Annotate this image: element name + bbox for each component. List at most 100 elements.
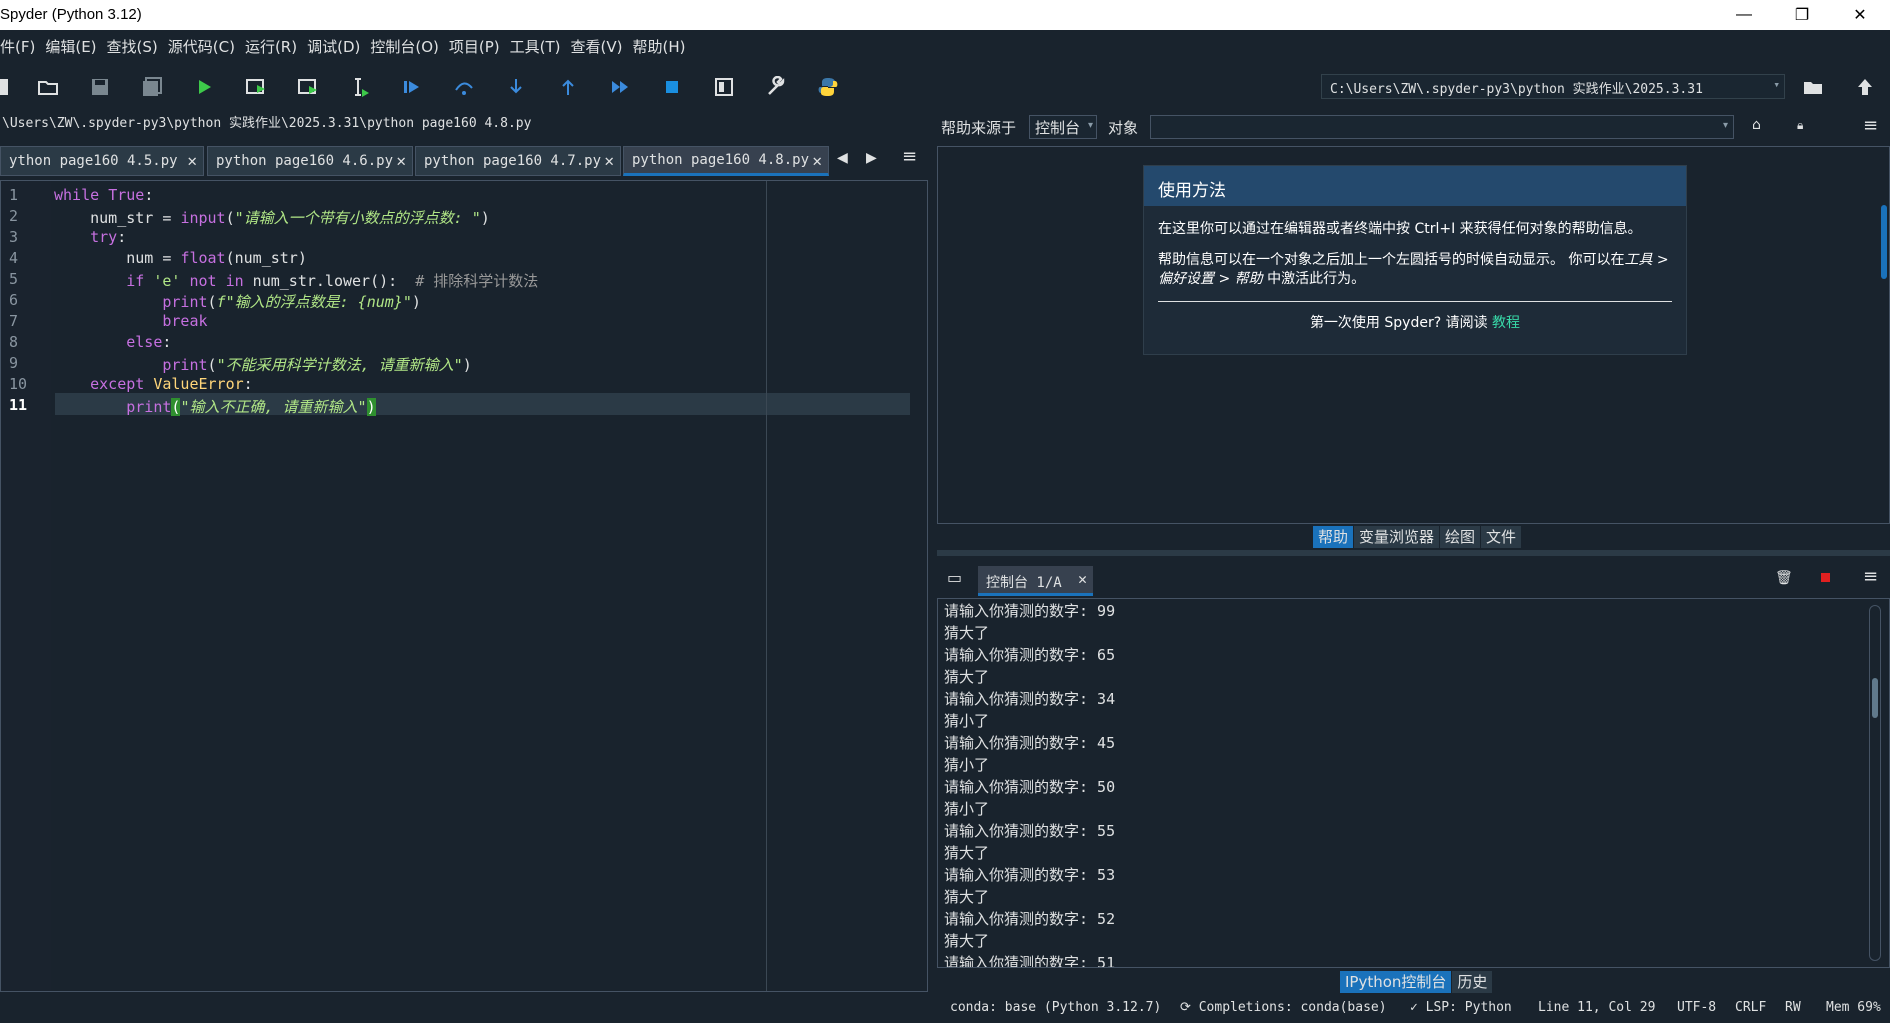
stop-kernel-icon[interactable]: [1821, 573, 1830, 582]
working-directory-combobox[interactable]: C:\Users\ZW\.spyder-py3\python 实践作业\2025…: [1321, 74, 1785, 99]
close-icon[interactable]: ✕: [604, 151, 614, 170]
pane-splitter[interactable]: [937, 550, 1890, 556]
tab-ipython-console[interactable]: IPython控制台: [1340, 971, 1452, 993]
restore-button[interactable]: ❐: [1773, 0, 1831, 30]
tab-plots[interactable]: 绘图: [1440, 526, 1481, 548]
editor-file-path: \Users\ZW\.spyder-py3\python 实践作业\2025.3…: [2, 116, 532, 131]
editor-tab[interactable]: ython page160 4.5.py ✕: [0, 146, 204, 176]
status-eol: CRLF: [1735, 1000, 1767, 1015]
run-cell-advance-icon[interactable]: [292, 72, 324, 102]
menu-edit[interactable]: 编辑(E): [40, 36, 101, 57]
console-pane-tabs: IPython控制台 历史: [1340, 971, 1493, 993]
editor-options-menu-icon[interactable]: ≡: [902, 146, 917, 167]
menu-projects[interactable]: 项目(P): [444, 36, 505, 57]
console-line: 请输入你猜测的数字: 65: [944, 646, 1116, 664]
home-icon[interactable]: ⌂: [1752, 117, 1761, 133]
code-editor[interactable]: 1 2 3 4 5 6 7 8 9 10 11 while True: num_…: [0, 180, 928, 992]
console-line: 猜大了: [944, 932, 990, 950]
new-file-icon[interactable]: [0, 72, 18, 102]
step-into-icon[interactable]: [500, 72, 532, 102]
open-folder-icon[interactable]: [32, 72, 64, 102]
menu-source[interactable]: 源代码(C): [163, 36, 240, 57]
menu-view[interactable]: 查看(V): [566, 36, 628, 57]
minimize-button[interactable]: —: [1715, 0, 1773, 30]
editor-tab[interactable]: python page160 4.7.py ✕: [415, 146, 621, 176]
help-options-menu-icon[interactable]: ≡: [1863, 115, 1878, 136]
continue-icon[interactable]: [604, 72, 636, 102]
close-icon[interactable]: ✕: [812, 151, 822, 170]
pane-splitter[interactable]: [930, 110, 937, 994]
menu-help[interactable]: 帮助(H): [627, 36, 690, 57]
status-bar: conda: base (Python 3.12.7) ⟳ Completion…: [0, 996, 1890, 1023]
step-over-icon[interactable]: [448, 72, 480, 102]
menu-search[interactable]: 查找(S): [102, 36, 163, 57]
menu-file[interactable]: 件(F): [0, 36, 40, 57]
code-line: else:: [126, 333, 172, 351]
run-cell-icon[interactable]: [240, 72, 272, 102]
status-memory: Mem 69%: [1826, 1000, 1881, 1015]
chevron-down-icon[interactable]: ▾: [1773, 78, 1780, 91]
stop-icon[interactable]: [656, 72, 688, 102]
run-icon[interactable]: [188, 72, 220, 102]
status-conda[interactable]: conda: base (Python 3.12.7): [950, 1000, 1161, 1015]
save-icon[interactable]: [84, 72, 116, 102]
preferences-wrench-icon[interactable]: [760, 72, 792, 102]
menu-tools[interactable]: 工具(T): [505, 36, 566, 57]
console-line: 请输入你猜测的数字: 52: [944, 910, 1116, 928]
code-line: print(f"输入的浮点数是: {num}"): [162, 293, 421, 311]
code-line: num = float(num_str): [54, 249, 307, 267]
minimize-icon: —: [1736, 6, 1752, 23]
chevron-down-icon: ▾: [1087, 120, 1093, 131]
step-return-icon[interactable]: [552, 72, 584, 102]
close-icon[interactable]: ✕: [187, 151, 197, 170]
close-icon[interactable]: ✕: [396, 151, 406, 170]
console-line: 猜小了: [944, 800, 990, 818]
editor-tab[interactable]: python page160 4.6.py ✕: [207, 146, 413, 176]
editor-tab-active[interactable]: python page160 4.8.py ✕: [623, 146, 829, 176]
parent-directory-icon[interactable]: [1849, 72, 1881, 102]
usage-paragraph: 帮助信息可以在一个对象之后加上一个左圆括号的时候自动显示。 你可以在工具 > 偏…: [1158, 252, 1669, 287]
console-line: 请输入你猜测的数字: 53: [944, 866, 1116, 884]
tutorial-link[interactable]: 教程: [1492, 315, 1520, 331]
status-permissions: RW: [1785, 1000, 1801, 1015]
menu-run[interactable]: 运行(R): [240, 36, 302, 57]
tab-history[interactable]: 历史: [1452, 971, 1493, 993]
console-tab[interactable]: 控制台 1/A ✕: [978, 566, 1093, 596]
close-icon[interactable]: ✕: [1078, 570, 1087, 588]
console-scrollbar[interactable]: [1869, 605, 1881, 961]
help-source-select[interactable]: 控制台 ▾: [1029, 115, 1097, 139]
status-cursor-position: Line 11, Col 29: [1538, 1000, 1656, 1015]
lock-icon[interactable]: 🔒︎: [1797, 118, 1803, 133]
console-line: 请输入你猜测的数字: 55: [944, 822, 1116, 840]
scrollbar-handle[interactable]: [1872, 678, 1878, 718]
debug-icon[interactable]: [396, 72, 428, 102]
console-options-menu-icon[interactable]: ≡: [1863, 566, 1878, 587]
tab-files[interactable]: 文件: [1481, 526, 1522, 548]
tab-variable-explorer[interactable]: 变量浏览器: [1354, 526, 1440, 548]
menu-consoles[interactable]: 控制台(O): [365, 36, 444, 57]
browse-directory-icon[interactable]: [1797, 72, 1829, 102]
save-all-icon[interactable]: [136, 72, 168, 102]
first-time-note: 第一次使用 Spyder? 请阅读 教程: [1309, 315, 1521, 331]
console-line: 请输入你猜测的数字: 51: [944, 954, 1116, 968]
status-lsp: ✓ LSP: Python: [1410, 1000, 1512, 1015]
tab-scroll-right-icon[interactable]: ▶: [866, 150, 877, 166]
close-window-button[interactable]: ✕: [1831, 0, 1889, 30]
console-line: 请输入你猜测的数字: 45: [944, 734, 1116, 752]
tab-help[interactable]: 帮助: [1313, 526, 1354, 548]
help-source-label: 帮助来源于: [941, 119, 1017, 137]
console-browse-tabs-icon[interactable]: ▭: [947, 568, 962, 587]
tab-scroll-left-icon[interactable]: ◀: [837, 150, 848, 166]
python-path-icon[interactable]: [812, 72, 844, 102]
line-number: 3: [9, 228, 19, 246]
trash-icon[interactable]: 🗑︎: [1775, 570, 1793, 586]
help-object-input[interactable]: ▾: [1150, 115, 1734, 139]
code-line: try:: [90, 228, 127, 246]
menu-debug[interactable]: 调试(D): [302, 36, 365, 57]
help-scrollbar[interactable]: [1881, 205, 1887, 279]
ipython-console[interactable]: 请输入你猜测的数字: 99 猜大了 请输入你猜测的数字: 65 猜大了 请输入你…: [937, 598, 1890, 968]
run-selection-icon[interactable]: [344, 72, 376, 102]
usage-card-title: 使用方法: [1144, 166, 1686, 206]
console-line: 猜大了: [944, 624, 990, 642]
maximize-pane-icon[interactable]: [708, 72, 740, 102]
